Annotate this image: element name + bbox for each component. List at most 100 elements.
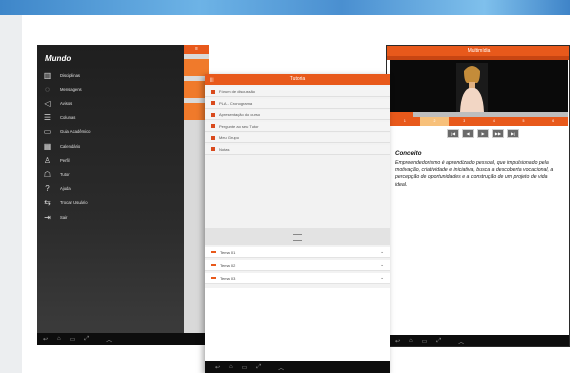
skip-forward-icon[interactable]: ▶|: [507, 129, 519, 138]
home-icon[interactable]: ⌂: [229, 364, 233, 370]
list-item[interactable]: PLA - Cronograma: [205, 98, 390, 109]
chevron-down-icon[interactable]: ⌄: [380, 262, 384, 268]
list-item-label: Pergunte ao seu Tutor: [219, 123, 259, 129]
slide-tab[interactable]: 6: [538, 117, 568, 126]
megaphone-icon: ◁: [44, 98, 51, 108]
calendar-icon: ▦: [43, 141, 52, 151]
home-icon[interactable]: ⌂: [409, 338, 413, 344]
columns-icon: ☰: [43, 113, 52, 123]
chevron-up-icon[interactable]: ︿: [106, 335, 112, 344]
android-nav-bar: ↩ ⌂ ▭ ⤢ ︿: [37, 333, 209, 345]
home-icon[interactable]: ⌂: [57, 336, 61, 342]
menu-item[interactable]: ▦ Calendário: [43, 140, 81, 152]
topic-row[interactable]: Tema 01 ⌄: [205, 247, 390, 258]
topic-row[interactable]: Tema 03 ⌄: [205, 273, 390, 284]
menu-item-label: Guia Acadêmico: [60, 129, 91, 135]
list-item[interactable]: Fórum de discussão: [205, 87, 390, 97]
menu-item[interactable]: ▭ Guia Acadêmico: [43, 126, 91, 138]
slide-tab[interactable]: 4: [479, 117, 509, 126]
switch-user-icon: ⇆: [44, 198, 51, 208]
play-icon[interactable]: ▶: [477, 129, 489, 138]
person-icon: ♙: [43, 155, 52, 165]
back-icon[interactable]: ↩: [43, 336, 48, 343]
menu-item-label: Sair: [60, 214, 68, 220]
books-icon: ▥: [43, 70, 52, 80]
menu-item[interactable]: ♙ Perfil: [43, 154, 70, 166]
logout-icon: ⇥: [44, 212, 51, 222]
app-header: Tutoria |||: [205, 74, 390, 85]
skip-back-icon[interactable]: |◀: [447, 129, 459, 138]
topic-marker-icon: [211, 264, 216, 266]
item-icon: [211, 135, 215, 140]
menu-item-label: Disciplinas: [60, 72, 81, 78]
item-icon: [211, 147, 215, 151]
menu-item-label: Calendário: [60, 143, 81, 149]
menu-item-label: Perfil: [60, 157, 70, 163]
drag-handle-icon[interactable]: [293, 234, 302, 241]
video-player[interactable]: [390, 60, 568, 112]
list-item[interactable]: Apresentação do curso: [205, 110, 390, 120]
back-icon[interactable]: ↩: [215, 364, 220, 371]
menu-item[interactable]: ? Ajuda: [43, 183, 71, 195]
previous-icon[interactable]: ◀: [462, 129, 474, 138]
list-item-label: Notas: [219, 146, 230, 152]
menu-item-label: Colunas: [60, 115, 76, 121]
topic-label: Tema 02: [220, 262, 236, 268]
expand-icon[interactable]: ⤢: [84, 336, 89, 343]
list-item[interactable]: Pergunte ao seu Tutor: [205, 121, 390, 132]
menu-item[interactable]: ◌ Mensagens: [43, 83, 82, 95]
book-icon: ▭: [43, 127, 52, 137]
content-area: [205, 288, 390, 361]
app-logo: Mundo: [45, 54, 72, 63]
android-nav-bar: ↩ ⌂ ▭ ⤢ ︿: [205, 361, 390, 373]
help-icon: ?: [45, 184, 50, 194]
slide-tab[interactable]: 5: [509, 117, 539, 126]
recent-apps-icon[interactable]: ▭: [70, 336, 76, 343]
menu-item[interactable]: ☰ Colunas: [43, 112, 75, 124]
page-title: Tutoria: [289, 76, 306, 82]
topic-row[interactable]: Tema 02 ⌄: [205, 260, 390, 271]
tablet-multimedia: Multimídia 123456 |◀ ◀ ▶ ▶▶ ▶| Conceito Empr…: [386, 45, 570, 347]
playback-controls: |◀ ◀ ▶ ▶▶ ▶|: [447, 129, 519, 138]
recent-apps-icon[interactable]: ▭: [422, 338, 428, 345]
chevron-down-icon[interactable]: ⌄: [380, 275, 384, 281]
item-icon: [211, 124, 215, 128]
menu-item[interactable]: ⇥ Sair: [43, 211, 67, 223]
menu-item[interactable]: ◁ Avisos: [43, 97, 72, 109]
menu-item-label: Trocar Usuário: [60, 200, 88, 206]
chevron-up-icon[interactable]: ︿: [278, 363, 284, 372]
item-icon: [211, 112, 215, 117]
tablet-menu: Mundo ▥ Disciplinas ◌ Mensagens ◁ Avisos ☰ Colu…: [37, 45, 209, 345]
section-divider: [205, 228, 390, 245]
expand-icon[interactable]: ⤢: [436, 338, 441, 345]
slide-tab[interactable]: 3: [449, 117, 479, 126]
chat-icon: ◌: [45, 84, 50, 94]
top-banner: [0, 0, 570, 15]
content-title: Conceito: [395, 150, 422, 157]
left-frame: [0, 15, 22, 373]
expand-icon[interactable]: ⤢: [256, 364, 261, 371]
slide-tab[interactable]: 2: [419, 117, 450, 126]
menu-item-label: Tutor: [60, 171, 70, 177]
menu-item-label: Ajuda: [60, 186, 71, 192]
chevron-up-icon[interactable]: ︿: [458, 337, 464, 346]
topic-marker-icon: [211, 277, 216, 279]
menu-item[interactable]: ▥ Disciplinas: [43, 69, 80, 81]
slide-tabs: 123456: [390, 117, 568, 126]
tablet-tutoria: Tutoria ||| Fórum de discussão PLA - Cron…: [205, 74, 390, 373]
item-icon: [211, 89, 215, 94]
panel-header: ≡: [184, 45, 209, 54]
list-item[interactable]: Notas: [205, 144, 390, 155]
fast-forward-icon[interactable]: ▶▶: [492, 129, 504, 138]
list-item[interactable]: Meu Grupo: [205, 133, 390, 143]
recent-apps-icon[interactable]: ▭: [242, 364, 248, 371]
menu-item[interactable]: ⇆ Trocar Usuário: [43, 197, 88, 209]
tutor-icon: ☖: [43, 169, 52, 179]
menu-item[interactable]: ☖ Tutor: [43, 168, 70, 180]
list-item-label: Meu Grupo: [219, 135, 240, 140]
chevron-down-icon[interactable]: ⌄: [380, 249, 384, 255]
back-icon[interactable]: ↩: [395, 338, 400, 345]
presenter-video-frame: [456, 63, 488, 112]
slide-tab[interactable]: 1: [390, 117, 420, 126]
menu-icon[interactable]: |||: [210, 75, 214, 84]
